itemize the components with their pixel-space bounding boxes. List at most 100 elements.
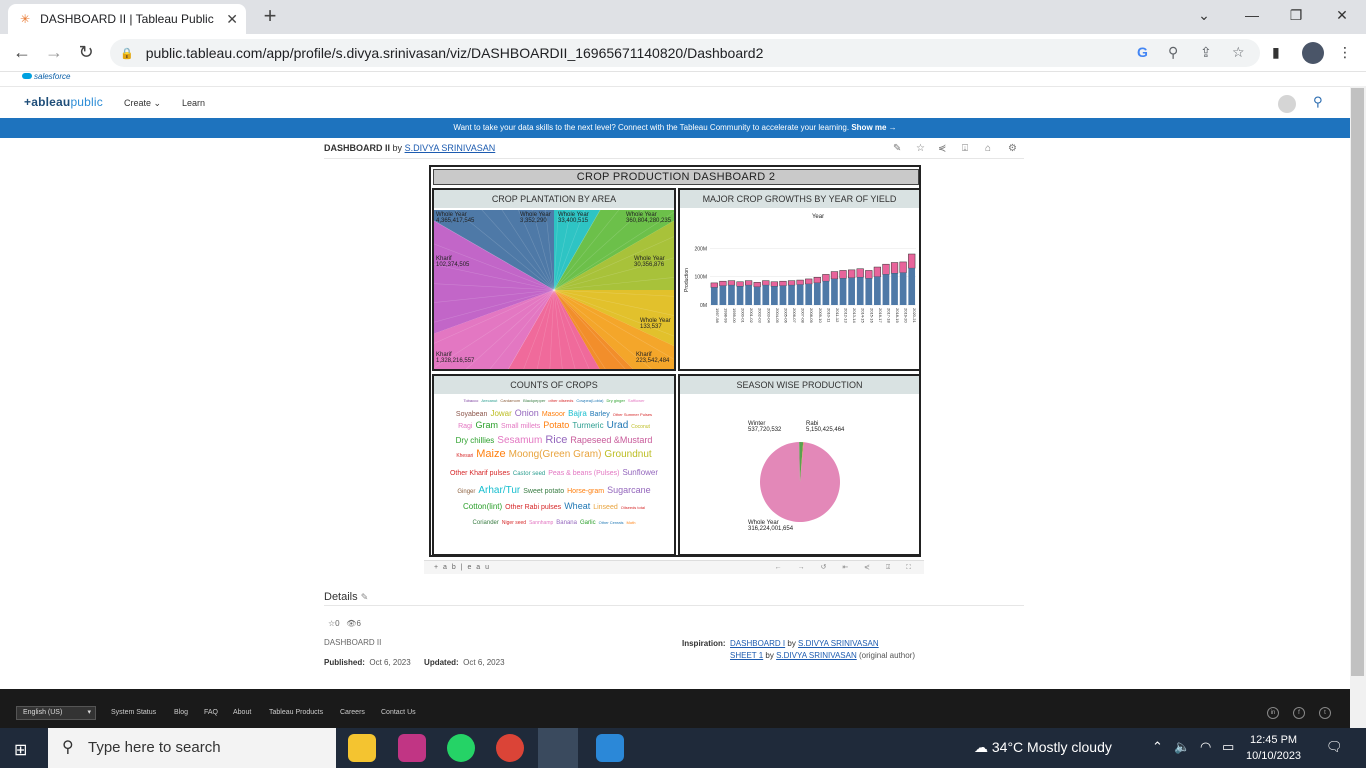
word-cloud-word[interactable]: Onion [515, 408, 539, 418]
bookmark-salesforce[interactable]: salesforce [34, 72, 70, 81]
bar-segment-bottom[interactable] [779, 285, 787, 305]
bar-segment-bottom[interactable] [805, 284, 813, 305]
word-cloud-word[interactable]: Arecanut [481, 398, 497, 403]
bar-segment-bottom[interactable] [719, 285, 727, 305]
word-cloud-word[interactable]: Dry chillies [456, 436, 495, 445]
bar-segment-top[interactable] [830, 271, 839, 280]
windows-start-icon[interactable]: ⊞ [14, 740, 27, 760]
word-cloud-word[interactable]: Cotton(lint) [463, 502, 502, 511]
word-cloud-word[interactable]: Other Rabi pulses [505, 504, 561, 511]
word-cloud-word[interactable]: Rice [545, 434, 567, 446]
word-cloud-word[interactable]: Coconut [631, 424, 650, 430]
photos-icon[interactable] [596, 734, 624, 762]
banner-show-me-link[interactable]: Show me → [851, 123, 896, 132]
nav-create[interactable]: Create ⌄ [124, 98, 161, 109]
address-bar[interactable]: 🔒 public.tableau.com/app/profile/s.divya… [110, 39, 1260, 67]
settings-gear-icon[interactable]: ⚙ [1008, 143, 1017, 154]
bar-segment-top[interactable] [796, 279, 804, 285]
bar-segment-top[interactable] [719, 280, 727, 286]
bar-segment-top[interactable] [736, 281, 744, 287]
wifi-icon[interactable]: ◠ [1200, 739, 1211, 755]
word-cloud-word[interactable]: Khesari [456, 453, 473, 459]
close-icon[interactable]: ✕ [226, 11, 238, 28]
word-cloud-word[interactable]: Horse-gram [567, 488, 604, 495]
pencil-icon[interactable]: ✎ [361, 592, 369, 602]
chrome-menu-icon[interactable]: ⋮ [1338, 44, 1352, 61]
bar-segment-bottom[interactable] [865, 278, 873, 305]
word-cloud-word[interactable]: Cardamom [500, 398, 520, 403]
bar-segment-bottom[interactable] [822, 281, 830, 305]
browser-tab[interactable]: ✳ DASHBOARD II | Tableau Public ✕ [8, 4, 246, 34]
word-cloud-word[interactable]: Barley [590, 411, 610, 418]
bar-segment-bottom[interactable] [899, 272, 907, 305]
bar-segment-bottom[interactable] [753, 286, 761, 305]
crop-area-pie[interactable]: Whole Year 4,365,417,545 Whole Year 3,352,… [434, 210, 674, 369]
new-tab-button[interactable]: + [256, 4, 284, 30]
share-icon[interactable]: ⇪ [1200, 44, 1212, 61]
word-cloud-word[interactable]: Other Summer Pulses [613, 412, 652, 417]
language-select[interactable]: English (US) ▾ [16, 706, 96, 720]
word-cloud-word[interactable]: Sannhamp [529, 520, 553, 526]
word-cloud-word[interactable]: Rapeseed &Mustard [570, 435, 652, 445]
word-cloud-word[interactable]: Safflower [628, 398, 645, 403]
footer-link[interactable]: System Status [111, 709, 156, 716]
facebook-icon[interactable]: f [1293, 707, 1305, 719]
reload-icon[interactable]: ↻ [74, 42, 98, 64]
footer-link[interactable]: Blog [174, 709, 188, 716]
word-cloud-word[interactable]: Sunflower [622, 468, 658, 477]
word-cloud-word[interactable]: Small millets [501, 423, 540, 430]
notifications-icon[interactable]: 🗨 [1326, 739, 1343, 755]
tableau-viz-logo[interactable]: + a b | e a u [434, 564, 491, 571]
footer-link[interactable]: Contact Us [381, 709, 416, 716]
crop-word-cloud[interactable]: Tobacco Arecanut Cardamom Blackpepper other … [434, 396, 674, 554]
bar-segment-bottom[interactable] [771, 286, 778, 305]
bar-segment-top[interactable] [779, 280, 787, 286]
tableau-public-logo[interactable]: +ableaupublic [24, 95, 103, 109]
taskbar-clock[interactable]: 12:45 PM 10/10/2023 [1246, 732, 1301, 764]
inspiration-author-link[interactable]: S.DIVYA SRINIVASAN [776, 651, 857, 660]
word-cloud-word[interactable]: Linseed [593, 504, 618, 511]
word-cloud-word[interactable]: Jowar [490, 409, 511, 418]
bar-segment-top[interactable] [745, 280, 753, 286]
bar-segment-top[interactable] [839, 270, 847, 279]
nav-learn[interactable]: Learn [182, 98, 205, 108]
inspiration-viz-link[interactable]: DASHBOARD I [730, 639, 785, 648]
word-cloud-word[interactable]: Other Cereals [599, 520, 624, 525]
bar-segment-top[interactable] [753, 282, 761, 288]
bar-segment-bottom[interactable] [848, 277, 855, 305]
word-cloud-word[interactable]: Tobacco [463, 398, 478, 403]
browser-profile-avatar[interactable] [1302, 42, 1324, 64]
bar-segment-top[interactable] [873, 266, 881, 277]
bar-segment-bottom[interactable] [796, 284, 804, 305]
chrome-icon[interactable] [496, 734, 524, 762]
word-cloud-word[interactable]: Masoor [542, 411, 565, 418]
season-pie-chart[interactable] [680, 396, 919, 554]
bar-segment-top[interactable] [848, 269, 856, 279]
bar-segment-top[interactable] [770, 281, 778, 287]
bar-segment-bottom[interactable] [736, 286, 744, 305]
bar-segment-top[interactable] [899, 261, 907, 273]
bar-segment-top[interactable] [822, 274, 830, 282]
bar-segment-bottom[interactable] [891, 273, 898, 305]
bar-segment-top[interactable] [882, 263, 890, 275]
word-cloud-word[interactable]: Groundnut [604, 449, 651, 460]
word-cloud-word[interactable]: Moth [627, 520, 636, 525]
bar-segment-bottom[interactable] [882, 274, 890, 305]
year-bar-chart[interactable]: Year Production 0M 100M 200M 1997-98 1998-9… [680, 210, 919, 369]
bar-segment-bottom[interactable] [728, 285, 735, 305]
word-cloud-word[interactable]: Gram [476, 420, 499, 430]
word-cloud-word[interactable]: Niger seed [502, 520, 526, 526]
footer-link[interactable]: Tableau Products [269, 709, 323, 716]
author-link[interactable]: S.DIVYA SRINIVASAN [405, 143, 496, 153]
google-icon[interactable]: G [1137, 44, 1148, 60]
user-avatar[interactable] [1278, 95, 1296, 113]
word-cloud-word[interactable]: Moong(Green Gram) [509, 449, 602, 460]
maximize-button[interactable]: ❐ [1274, 4, 1318, 28]
word-cloud-word[interactable]: Bajra [568, 409, 587, 418]
bookmark-icon[interactable]: ⌂ [985, 143, 991, 154]
bar-segment-bottom[interactable] [831, 278, 838, 305]
bar-segment-bottom[interactable] [813, 282, 821, 305]
bar-segment-bottom[interactable] [908, 268, 916, 305]
footer-link[interactable]: Careers [340, 709, 365, 716]
word-cloud-word[interactable]: Blackpepper [523, 398, 545, 403]
